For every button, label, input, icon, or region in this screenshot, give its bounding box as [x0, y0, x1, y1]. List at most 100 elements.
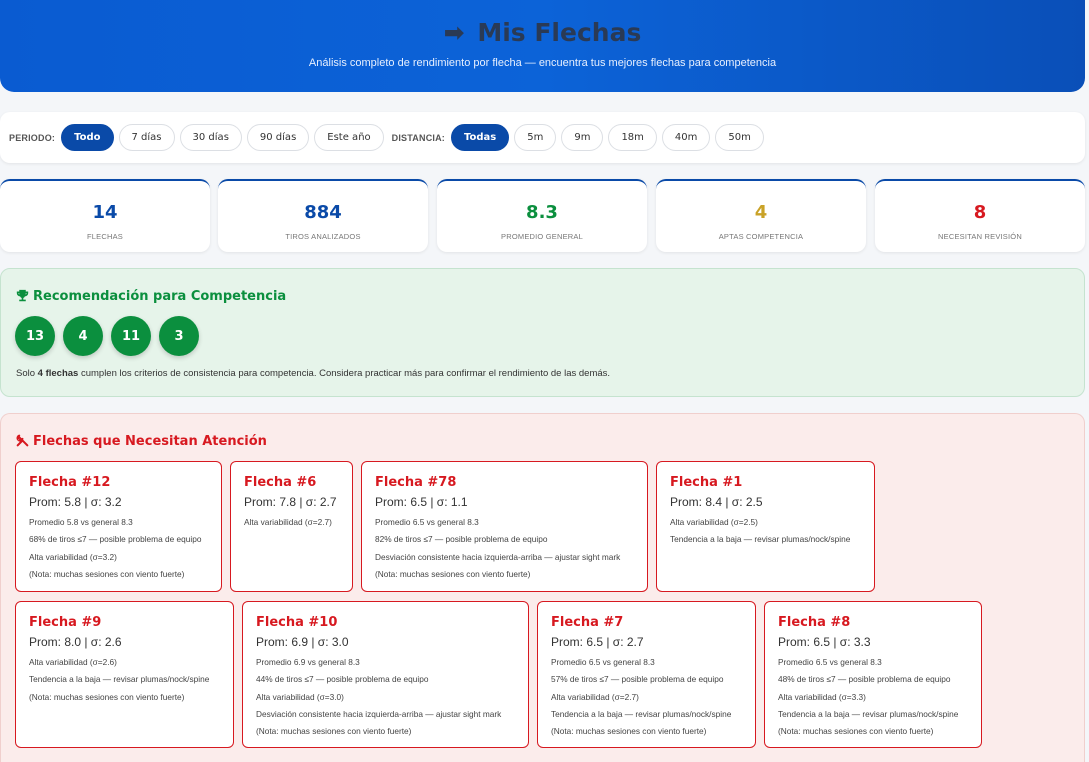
- distancia-chip-50m[interactable]: 50m: [715, 124, 764, 151]
- distancia-label: DISTANCIA:: [391, 132, 445, 143]
- distancia-chip-todas[interactable]: Todas: [450, 124, 510, 151]
- arrow-card-stats: Prom: 6.5 | σ: 2.7: [551, 635, 644, 649]
- arrow-card-issue: Tendencia a la baja — revisar plumas/noc…: [29, 674, 210, 685]
- arrow-badge[interactable]: 11: [111, 316, 151, 356]
- periodo-label: PERIODO:: [9, 132, 56, 143]
- arrow-card-issue: 44% de tiros ≤7 — posible problema de eq…: [256, 674, 429, 685]
- stat-label: APTAS COMPETENCIA: [718, 232, 804, 241]
- arrow-icon: ➡: [443, 18, 465, 47]
- arrow-card-stats: Prom: 7.8 | σ: 2.7: [244, 495, 337, 509]
- arrow-card-title: Flecha #8: [778, 615, 851, 630]
- arrow-card-issue: Tendencia a la baja — revisar plumas/noc…: [551, 708, 732, 719]
- stat-value: 14: [92, 202, 118, 223]
- arrow-card-title: Flecha #6: [244, 475, 317, 490]
- arrow-card[interactable]: Flecha #8 Prom: 6.5 | σ: 3.3 Promedio 6.5 …: [764, 601, 982, 748]
- arrow-card-title: Flecha #9: [29, 615, 102, 630]
- attention-title: Flechas que Necesitan Atención: [16, 434, 267, 449]
- arrow-card-issue: Alta variabilidad (σ=2.7): [244, 517, 332, 527]
- arrow-card-issue: Alta variabilidad (σ=2.5): [670, 517, 758, 527]
- arrow-card-issues: Promedio 6.5 vs general 8.3 48% de tiros …: [778, 654, 968, 740]
- arrow-card-stats: Prom: 6.5 | σ: 3.3: [778, 635, 871, 649]
- recommendation-note: Solo 4 flechas cumplen los criterios de …: [16, 368, 610, 379]
- page-title: ➡ Mis Flechas: [0, 18, 1085, 47]
- periodo-chip-7-dias[interactable]: 7 días: [118, 124, 175, 151]
- arrow-card-title: Flecha #7: [551, 615, 624, 630]
- periodo-chip-este-ano[interactable]: Este año: [314, 124, 384, 151]
- arrow-card-issue: Alta variabilidad (σ=3.2): [29, 551, 117, 562]
- arrow-card-issue: (Nota: muchas sesiones con viento fuerte…: [551, 726, 707, 737]
- arrow-card[interactable]: Flecha #7 Prom: 6.5 | σ: 2.7 Promedio 6.5 …: [537, 601, 756, 748]
- arrow-card-issue: Alta variabilidad (σ=3.3): [778, 691, 866, 702]
- arrow-card-issue: Alta variabilidad (σ=3.0): [256, 691, 344, 702]
- arrow-card[interactable]: Flecha #10 Prom: 6.9 | σ: 3.0 Promedio 6.9…: [242, 601, 529, 748]
- arrow-card-issue: 82% de tiros ≤7 — posible problema de eq…: [375, 534, 548, 545]
- arrow-card-issue: Desviación consistente hacia izquierda-a…: [375, 551, 621, 562]
- periodo-chip-30-dias[interactable]: 30 días: [179, 124, 242, 151]
- stat-label: PROMEDIO GENERAL: [501, 232, 583, 241]
- arrow-card-title: Flecha #12: [29, 475, 111, 490]
- distancia-chip-5m[interactable]: 5m: [514, 124, 557, 151]
- arrow-card[interactable]: Flecha #6 Prom: 7.8 | σ: 2.7 Alta variabil…: [230, 461, 353, 592]
- stat-value: 8: [973, 202, 987, 223]
- stat-card-aptas: 4 APTAS COMPETENCIA: [656, 179, 866, 252]
- arrow-card-issue: Alta variabilidad (σ=2.6): [29, 657, 117, 667]
- distancia-chip-18m[interactable]: 18m: [608, 124, 657, 151]
- arrow-card-issue: (Nota: muchas sesiones con viento fuerte…: [778, 726, 934, 737]
- arrow-card-title: Flecha #78: [375, 475, 457, 490]
- note-suffix: cumplen los criterios de consistencia pa…: [78, 368, 611, 379]
- arrow-card-issues: Promedio 6.9 vs general 8.3 44% de tiros …: [256, 654, 515, 740]
- stat-card-flechas: 14 FLECHAS: [0, 179, 210, 252]
- arrow-card-issue: Promedio 6.9 vs general 8.3: [256, 657, 360, 667]
- recommendation-title: Recomendación para Competencia: [16, 289, 286, 304]
- stat-card-promedio: 8.3 PROMEDIO GENERAL: [437, 179, 647, 252]
- arrow-card-issue: Alta variabilidad (σ=2.7): [551, 691, 639, 702]
- arrow-card-issue: 57% de tiros ≤7 — posible problema de eq…: [551, 674, 724, 685]
- arrow-card-issues: Promedio 5.8 vs general 8.3 68% de tiros …: [29, 514, 208, 583]
- arrow-card-issue: 48% de tiros ≤7 — posible problema de eq…: [778, 674, 951, 685]
- arrow-card[interactable]: Flecha #1 Prom: 8.4 | σ: 2.5 Alta variabil…: [656, 461, 875, 592]
- stat-label: NECESITAN REVISIÓN: [938, 232, 1022, 241]
- arrow-card-title: Flecha #10: [256, 615, 338, 630]
- tools-icon: [16, 434, 29, 447]
- arrow-card[interactable]: Flecha #9 Prom: 8.0 | σ: 2.6 Alta variabil…: [15, 601, 234, 748]
- stat-label: FLECHAS: [87, 232, 123, 241]
- page-title-text: Mis Flechas: [477, 18, 642, 47]
- stats-row: 14 FLECHAS 884 TIROS ANALIZADOS 8.3 PROM…: [0, 179, 1085, 252]
- stat-value: 8.3: [526, 202, 558, 223]
- arrow-card-issue: (Nota: muchas sesiones con viento fuerte…: [375, 568, 531, 579]
- attention-panel: Flechas que Necesitan Atención Flecha #1…: [0, 413, 1085, 762]
- distancia-chip-9m[interactable]: 9m: [561, 124, 604, 151]
- arrow-badge[interactable]: 13: [15, 316, 55, 356]
- arrow-card-issue: 68% de tiros ≤7 — posible problema de eq…: [29, 534, 202, 545]
- arrow-card-issue: (Nota: muchas sesiones con viento fuerte…: [29, 568, 185, 579]
- trophy-icon: [16, 289, 29, 302]
- stat-value: 884: [304, 202, 342, 223]
- arrow-card[interactable]: Flecha #12 Prom: 5.8 | σ: 3.2 Promedio 5.8…: [15, 461, 222, 592]
- arrow-card-stats: Prom: 8.4 | σ: 2.5: [670, 495, 763, 509]
- stat-label: TIROS ANALIZADOS: [285, 232, 361, 241]
- arrow-badge[interactable]: 4: [63, 316, 103, 356]
- arrow-card-issue: Promedio 6.5 vs general 8.3: [375, 517, 479, 527]
- arrow-card-issues: Promedio 6.5 vs general 8.3 57% de tiros …: [551, 654, 742, 740]
- arrow-card-issues: Alta variabilidad (σ=2.7): [244, 514, 339, 531]
- arrow-card-title: Flecha #1: [670, 475, 743, 490]
- arrow-card-issue: Tendencia a la baja — revisar plumas/noc…: [778, 708, 959, 719]
- periodo-chip-90-dias[interactable]: 90 días: [246, 124, 310, 151]
- arrow-card-issue: Tendencia a la baja — revisar plumas/noc…: [670, 534, 851, 545]
- page-header: ➡ Mis Flechas Análisis completo de rendi…: [0, 0, 1085, 92]
- distancia-chip-40m[interactable]: 40m: [661, 124, 711, 151]
- filter-bar: PERIODO: Todo 7 días 30 días 90 días Est…: [0, 112, 1085, 163]
- stat-value: 4: [754, 202, 768, 223]
- recommended-arrows: 13 4 11 3: [15, 316, 199, 356]
- arrow-card-issues: Alta variabilidad (σ=2.6) Tendencia a la …: [29, 654, 220, 706]
- arrow-card-stats: Prom: 6.5 | σ: 1.1: [375, 495, 468, 509]
- arrow-card-stats: Prom: 5.8 | σ: 3.2: [29, 495, 122, 509]
- note-prefix: Solo: [16, 368, 38, 379]
- arrow-card-issues: Promedio 6.5 vs general 8.3 82% de tiros …: [375, 514, 634, 583]
- arrow-badge[interactable]: 3: [159, 316, 199, 356]
- periodo-chip-todo[interactable]: Todo: [61, 124, 114, 151]
- arrow-card-issue: (Nota: muchas sesiones con viento fuerte…: [29, 691, 185, 702]
- arrow-card[interactable]: Flecha #78 Prom: 6.5 | σ: 1.1 Promedio 6.5…: [361, 461, 648, 592]
- arrow-card-issue: Desviación consistente hacia izquierda-a…: [256, 708, 502, 719]
- stat-card-tiros: 884 TIROS ANALIZADOS: [218, 179, 428, 252]
